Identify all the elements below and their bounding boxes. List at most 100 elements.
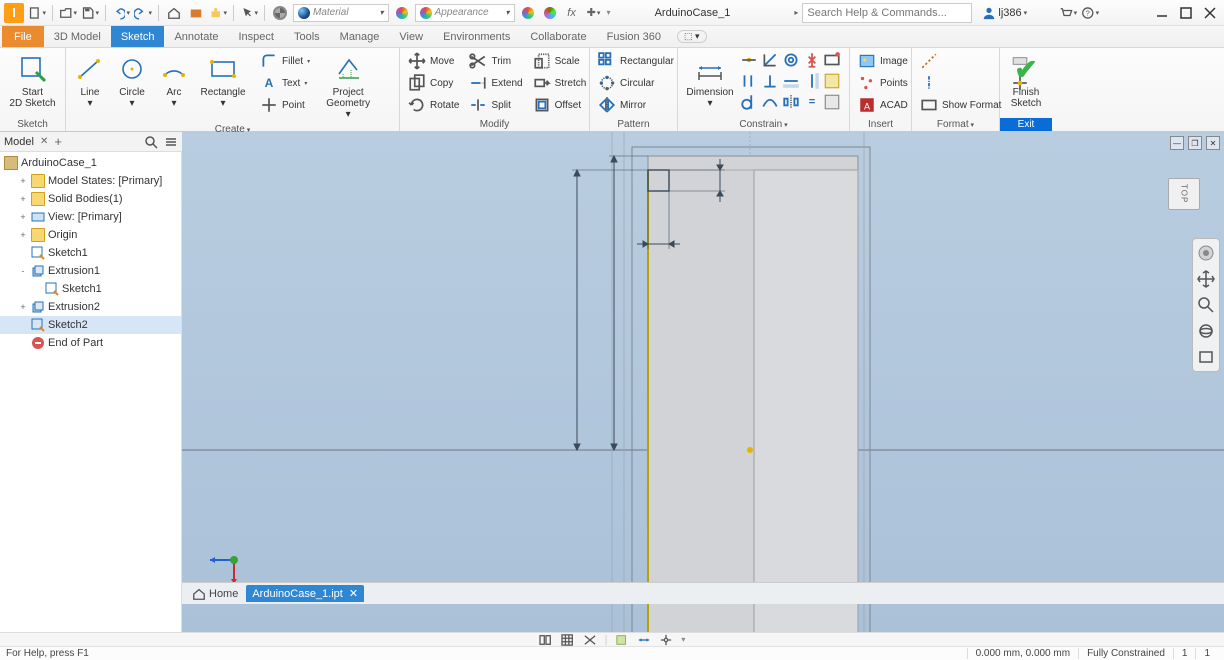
tree-row[interactable]: -Extrusion1 bbox=[0, 262, 181, 280]
group-label-format[interactable]: Format bbox=[912, 118, 999, 131]
tab-tools[interactable]: Tools bbox=[284, 26, 330, 47]
text-button[interactable]: AText bbox=[256, 73, 314, 93]
team-web-button[interactable] bbox=[187, 4, 205, 22]
cart-button[interactable] bbox=[1059, 4, 1077, 22]
tree-row[interactable]: End of Part bbox=[0, 334, 181, 352]
search-icon[interactable] bbox=[144, 135, 158, 149]
plus-button[interactable]: ✚ bbox=[585, 4, 603, 22]
start-2d-sketch-button[interactable]: Start2D Sketch bbox=[4, 51, 61, 109]
group-label-constrain[interactable]: Constrain bbox=[678, 118, 849, 131]
stretch-button[interactable]: Stretch bbox=[529, 73, 591, 93]
rotate-button[interactable]: Rotate bbox=[404, 95, 463, 115]
show-constraints-icon[interactable] bbox=[823, 72, 841, 90]
document-tab[interactable]: ArduinoCase_1.ipt ✕ bbox=[246, 585, 364, 602]
rectangle-button[interactable]: Rectangle▾ bbox=[196, 51, 250, 109]
arc-button[interactable]: Arc▾ bbox=[154, 51, 194, 109]
tree-row[interactable]: +Origin bbox=[0, 226, 181, 244]
undo-button[interactable] bbox=[112, 4, 130, 22]
dimension-button[interactable]: Dimension▾ bbox=[682, 51, 738, 109]
save-button[interactable] bbox=[81, 4, 99, 22]
tab-environments[interactable]: Environments bbox=[433, 26, 520, 47]
ribbon-toggle-button[interactable]: ⬚ ▾ bbox=[677, 30, 707, 43]
browser-close-button[interactable]: ✕ bbox=[40, 136, 48, 147]
home-tab[interactable]: Home bbox=[186, 587, 244, 601]
constraint-coincident-icon[interactable] bbox=[740, 51, 758, 69]
tree-row[interactable]: Sketch1 bbox=[0, 244, 181, 262]
open-file-button[interactable] bbox=[59, 4, 77, 22]
tree-row[interactable]: Sketch1 bbox=[0, 280, 181, 298]
new-file-button[interactable] bbox=[28, 4, 46, 22]
constraint-parallel-icon[interactable] bbox=[740, 72, 758, 90]
minimize-button[interactable] bbox=[1152, 4, 1172, 22]
finish-sketch-button[interactable]: ✔ FinishSketch bbox=[1004, 51, 1048, 109]
circular-pattern-button[interactable]: Circular bbox=[594, 73, 678, 93]
tree-row[interactable]: +Model States: [Primary] bbox=[0, 172, 181, 190]
home-button[interactable] bbox=[165, 4, 183, 22]
constraint-settings-icon[interactable] bbox=[823, 93, 841, 111]
search-input[interactable]: Search Help & Commands... bbox=[802, 3, 972, 23]
close-tab-icon[interactable]: ✕ bbox=[349, 587, 358, 600]
split-button[interactable]: Split bbox=[465, 95, 526, 115]
help-button[interactable]: ? bbox=[1081, 4, 1099, 22]
constraint-concentric-icon[interactable] bbox=[782, 51, 800, 69]
exit-sketch-button[interactable]: Exit bbox=[1000, 118, 1052, 131]
snap-to-grid-icon[interactable] bbox=[659, 634, 673, 646]
tab-sketch[interactable]: Sketch bbox=[111, 26, 165, 47]
snap-icon[interactable] bbox=[539, 634, 553, 646]
slice-graphics-icon[interactable] bbox=[583, 634, 597, 646]
tab-view[interactable]: View bbox=[389, 26, 433, 47]
tab-fusion360[interactable]: Fusion 360 bbox=[597, 26, 671, 47]
grid-icon[interactable] bbox=[561, 634, 575, 646]
copy-button[interactable]: Copy bbox=[404, 73, 463, 93]
line-button[interactable]: Line▾ bbox=[70, 51, 110, 109]
show-all-constraints-icon[interactable] bbox=[615, 634, 629, 646]
close-window-button[interactable] bbox=[1200, 4, 1220, 22]
tab-inspect[interactable]: Inspect bbox=[229, 26, 284, 47]
constraint-symmetric-icon[interactable] bbox=[782, 93, 800, 111]
auto-dimension-icon[interactable] bbox=[823, 51, 841, 69]
tree-row[interactable]: Sketch2 bbox=[0, 316, 181, 334]
point-button[interactable]: Point bbox=[256, 95, 314, 115]
constraint-fix-icon[interactable] bbox=[803, 51, 821, 69]
extend-button[interactable]: Extend bbox=[465, 73, 526, 93]
material-selector[interactable]: Material ▾ bbox=[293, 4, 389, 22]
mirror-button[interactable]: Mirror bbox=[594, 95, 678, 115]
browser-new-tab-button[interactable]: + bbox=[54, 134, 62, 149]
construction-line-button[interactable] bbox=[916, 51, 1005, 71]
insert-points-button[interactable]: Points bbox=[854, 73, 912, 93]
canvas-viewport[interactable]: — ❐ ✕ TOP bbox=[182, 132, 1224, 632]
assemble-button[interactable] bbox=[209, 4, 227, 22]
constraint-tangent-icon[interactable] bbox=[740, 93, 758, 111]
tab-file[interactable]: File bbox=[2, 26, 44, 47]
appearance-palette-icon[interactable] bbox=[393, 4, 411, 22]
browser-menu-icon[interactable] bbox=[164, 135, 178, 149]
trim-button[interactable]: Trim bbox=[465, 51, 526, 71]
tab-3d-model[interactable]: 3D Model bbox=[44, 26, 111, 47]
color2-button[interactable] bbox=[541, 4, 559, 22]
material-globe-icon[interactable] bbox=[271, 4, 289, 22]
tree-row[interactable]: +Extrusion2 bbox=[0, 298, 181, 316]
constraint-collinear-icon[interactable] bbox=[761, 51, 779, 69]
tab-annotate[interactable]: Annotate bbox=[164, 26, 228, 47]
tab-collaborate[interactable]: Collaborate bbox=[520, 26, 596, 47]
select-button[interactable] bbox=[240, 4, 258, 22]
tree-row[interactable]: +Solid Bodies(1) bbox=[0, 190, 181, 208]
color1-button[interactable] bbox=[519, 4, 537, 22]
scale-button[interactable]: Scale bbox=[529, 51, 591, 71]
fillet-button[interactable]: Fillet bbox=[256, 51, 314, 71]
tree-root[interactable]: ArduinoCase_1 bbox=[0, 154, 181, 172]
tree-row[interactable]: +View: [Primary] bbox=[0, 208, 181, 226]
maximize-button[interactable] bbox=[1176, 4, 1196, 22]
redo-button[interactable] bbox=[134, 4, 152, 22]
constraint-smooth-icon[interactable] bbox=[761, 93, 779, 111]
insert-acad-button[interactable]: AACAD bbox=[854, 95, 912, 115]
constraint-horizontal-icon[interactable] bbox=[782, 72, 800, 90]
insert-image-button[interactable]: Image bbox=[854, 51, 912, 71]
constraint-perpendicular-icon[interactable] bbox=[761, 72, 779, 90]
user-account-button[interactable]: lj386 ▾ bbox=[982, 6, 1027, 20]
offset-button[interactable]: Offset bbox=[529, 95, 591, 115]
circle-button[interactable]: Circle▾ bbox=[112, 51, 152, 109]
move-button[interactable]: Move bbox=[404, 51, 463, 71]
project-geometry-button[interactable]: ProjectGeometry▾ bbox=[320, 51, 376, 120]
centerline-button[interactable] bbox=[916, 73, 1005, 93]
